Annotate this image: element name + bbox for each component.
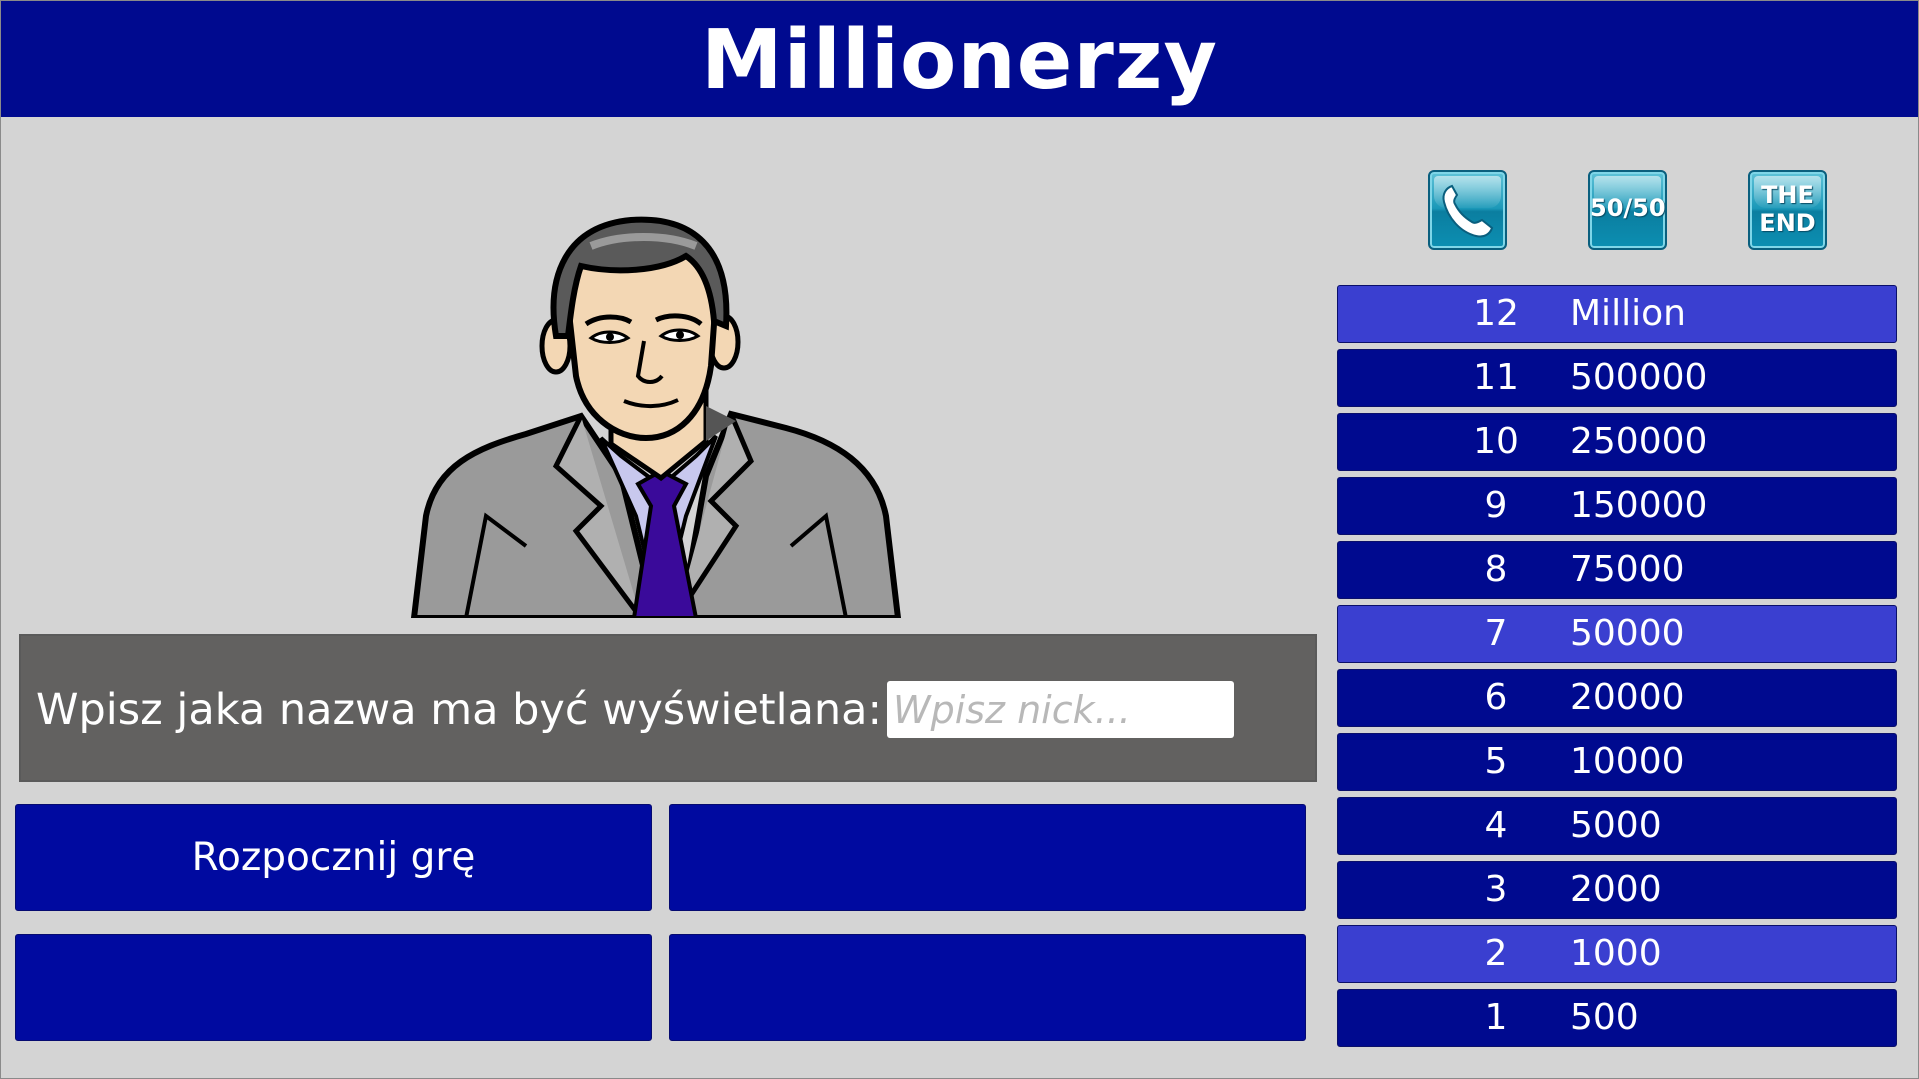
ladder-level: 2 (1484, 933, 1508, 974)
ladder-amount: 75000 (1570, 549, 1685, 590)
ladder-rung-6: 6 20000 (1337, 669, 1897, 727)
ladder-amount: 50000 (1570, 613, 1685, 654)
ladder-level: 11 (1473, 357, 1519, 398)
ladder-level: 9 (1484, 485, 1508, 526)
host-illustration (410, 216, 902, 618)
ladder-rung-1: 1 500 (1337, 989, 1897, 1047)
the-end-icon-line2: END (1759, 209, 1816, 237)
ladder-rung-10: 10 250000 (1337, 413, 1897, 471)
ladder-rung-4: 4 5000 (1337, 797, 1897, 855)
ladder-level: 7 (1484, 613, 1508, 654)
ladder-rung-9: 9 150000 (1337, 477, 1897, 535)
nick-panel: Wpisz jaka nazwa ma być wyświetlana: (19, 634, 1317, 782)
game-window: Millionerzy 50/50 THE END 12 Million 11 … (0, 0, 1919, 1079)
answer-button-b[interactable] (669, 804, 1306, 911)
nick-input[interactable] (887, 681, 1234, 738)
ladder-rung-7: 7 50000 (1337, 605, 1897, 663)
ladder-amount: 1000 (1570, 933, 1662, 974)
ladder-amount: 20000 (1570, 677, 1685, 718)
ladder-level: 4 (1484, 805, 1508, 846)
ladder-rung-12: 12 Million (1337, 285, 1897, 343)
the-end-button[interactable]: THE END (1748, 170, 1827, 250)
ladder-level: 12 (1473, 293, 1519, 334)
ladder-rung-3: 3 2000 (1337, 861, 1897, 919)
start-game-button[interactable]: Rozpocznij grę (15, 804, 652, 911)
game-title: Millionerzy (1, 1, 1918, 117)
ladder-rung-11: 11 500000 (1337, 349, 1897, 407)
ladder-amount: 500 (1570, 997, 1639, 1038)
ladder-amount: 150000 (1570, 485, 1708, 526)
ladder-level: 8 (1484, 549, 1508, 590)
ladder-amount: 500000 (1570, 357, 1708, 398)
ladder-rung-2: 2 1000 (1337, 925, 1897, 983)
answer-button-c[interactable] (15, 934, 652, 1041)
ladder-level: 6 (1484, 677, 1508, 718)
ladder-rung-5: 5 10000 (1337, 733, 1897, 791)
ladder-amount: Million (1570, 293, 1686, 334)
ladder-level: 1 (1484, 997, 1508, 1038)
ladder-amount: 10000 (1570, 741, 1685, 782)
phone-a-friend-button[interactable] (1428, 170, 1507, 250)
fifty-fifty-button[interactable]: 50/50 (1588, 170, 1667, 250)
phone-icon (1442, 184, 1494, 238)
ladder-level: 10 (1473, 421, 1519, 462)
ladder-amount: 2000 (1570, 869, 1662, 910)
answer-button-d[interactable] (669, 934, 1306, 1041)
ladder-level: 3 (1484, 869, 1508, 910)
ladder-rung-8: 8 75000 (1337, 541, 1897, 599)
nick-label: Wpisz jaka nazwa ma być wyświetlana: (36, 685, 883, 735)
ladder-amount: 5000 (1570, 805, 1662, 846)
ladder-amount: 250000 (1570, 421, 1708, 462)
the-end-icon-line1: THE (1761, 181, 1814, 209)
fifty-fifty-icon: 50/50 (1590, 194, 1666, 222)
ladder-level: 5 (1484, 741, 1508, 782)
